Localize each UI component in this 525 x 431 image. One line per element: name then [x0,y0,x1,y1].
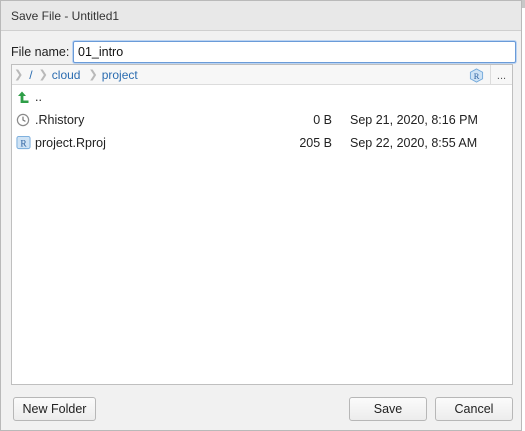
file-name: .Rhistory [35,112,85,127]
breadcrumb-separator-icon: ❯ [88,69,98,81]
dialog-titlebar[interactable]: Save File - Untitled1 [1,1,521,31]
save-button[interactable]: Save [349,397,427,421]
rproj-icon: R [15,135,31,151]
breadcrumb-item-cloud[interactable]: cloud [52,68,81,82]
breadcrumb-item-project[interactable]: project [102,68,138,82]
list-item-rproj[interactable]: R project.Rproj 205 B Sep 22, 2020, 8:55… [12,131,512,154]
svg-text:R: R [473,70,479,80]
rproj-icon: R [469,67,483,83]
file-name: .. [35,89,42,104]
filename-row: File name: [11,41,518,63]
filename-input[interactable] [73,41,516,63]
file-name: project.Rproj [35,135,106,150]
file-list: .. .Rhistory 0 B Sep 21, 2020, 8:16 PM R… [12,85,512,154]
file-size: 0 B [313,112,332,127]
more-options-button[interactable]: ... [490,65,512,84]
up-arrow-icon [15,89,31,105]
svg-text:R: R [20,139,27,149]
save-file-dialog: Save File - Untitled1 File name: ❯ / ❯ c… [0,0,522,431]
breadcrumb-separator-icon: ❯ [38,69,48,81]
go-to-project-button[interactable]: R [468,67,484,83]
file-size: 205 B [299,135,332,150]
history-file-icon [15,112,31,128]
list-item-parent-dir[interactable]: .. [12,85,512,108]
dialog-title: Save File - Untitled1 [11,8,120,23]
file-modified: Sep 22, 2020, 8:55 AM [350,135,478,150]
breadcrumb: ❯ / ❯ cloud ❯ project R ... [12,65,512,85]
cancel-button[interactable]: Cancel [435,397,513,421]
list-item-rhistory[interactable]: .Rhistory 0 B Sep 21, 2020, 8:16 PM [12,108,512,131]
file-modified: Sep 21, 2020, 8:16 PM [350,112,478,127]
new-folder-button[interactable]: New Folder [13,397,96,421]
file-browser: ❯ / ❯ cloud ❯ project R ... .. .Rhistory… [11,64,513,385]
breadcrumb-item-root[interactable]: / [29,68,32,82]
filename-label: File name: [11,45,70,59]
breadcrumb-separator-icon: ❯ [14,69,24,81]
